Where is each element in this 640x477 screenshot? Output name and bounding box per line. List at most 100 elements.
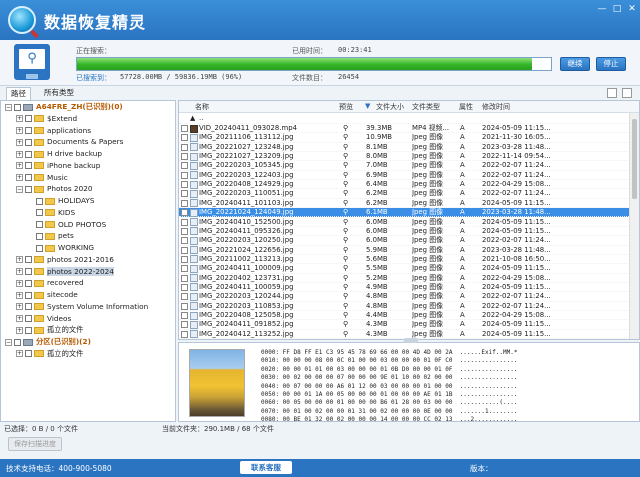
table-row[interactable]: ⚲ VID_20240411_093028.mp4 39.3MB MP4 视频... A… — [179, 124, 631, 134]
table-row[interactable]: ⚲ IMG_20220408_125058.jpg 4.4MB Jpeg 图像 A 202… — [179, 311, 631, 321]
collapse-icon[interactable]: − — [5, 338, 12, 346]
checkbox[interactable] — [36, 209, 43, 217]
checkbox[interactable] — [25, 350, 32, 358]
checkbox[interactable] — [25, 185, 32, 193]
table-row[interactable]: ⚲ IMG_20220203_110051.jpg 6.2MB Jpeg 图像 A 202… — [179, 189, 631, 199]
list-scrollbar[interactable] — [629, 113, 639, 339]
tree-item[interactable]: + 孤立的文件 — [16, 348, 83, 360]
continue-button[interactable]: 继续 — [560, 57, 590, 71]
table-row[interactable]: ⚲ IMG_20240411_095326.jpg 6.0MB Jpeg 图像 A 202… — [179, 227, 631, 237]
preview-search-icon[interactable]: ⚲ — [343, 124, 348, 133]
tree-item[interactable]: − 分区(已识别)(2) — [5, 336, 91, 348]
tree-item[interactable]: OLD PHOTOS — [27, 219, 106, 231]
expand-icon[interactable]: + — [16, 350, 23, 358]
checkbox[interactable] — [25, 138, 32, 146]
checkbox[interactable] — [25, 174, 32, 181]
preview-search-icon[interactable]: ⚲ — [343, 302, 348, 311]
checkbox[interactable] — [36, 221, 43, 228]
preview-search-icon[interactable]: ⚲ — [343, 255, 348, 264]
preview-search-icon[interactable]: ⚲ — [343, 152, 348, 161]
table-row[interactable]: ⚲ IMG_20220203_120244.jpg 4.8MB Jpeg 图像 A 202… — [179, 292, 631, 302]
row-checkbox[interactable] — [181, 134, 188, 142]
tree-item[interactable]: − A64FRE_ZH(已识别)(0) — [5, 101, 123, 113]
tree-item[interactable]: + 孤立的文件 — [16, 324, 83, 336]
row-checkbox[interactable] — [181, 171, 188, 179]
tree-item[interactable]: + Music — [16, 172, 68, 184]
close-icon[interactable]: ✕ — [626, 4, 638, 14]
expand-icon[interactable]: + — [16, 291, 23, 299]
preview-search-icon[interactable]: ⚲ — [343, 161, 348, 170]
preview-search-icon[interactable]: ⚲ — [343, 171, 348, 180]
row-checkbox[interactable] — [181, 125, 188, 132]
list-view-icon[interactable] — [607, 88, 617, 98]
tab-path[interactable]: 路径 — [6, 87, 31, 100]
table-row[interactable]: ⚲ IMG_20221027_123248.jpg 8.1MB Jpeg 图像 A 202… — [179, 143, 631, 153]
table-row[interactable]: ⚲ IMG_20220203_105345.jpg 7.0MB Jpeg 图像 A 202… — [179, 161, 631, 171]
checkbox[interactable] — [25, 326, 32, 334]
preview-search-icon[interactable]: ⚲ — [343, 180, 348, 189]
tree-item[interactable]: KIDS — [27, 207, 75, 219]
row-checkbox[interactable] — [181, 246, 188, 254]
preview-search-icon[interactable]: ⚲ — [343, 311, 348, 320]
checkbox[interactable] — [25, 315, 32, 322]
preview-search-icon[interactable]: ⚲ — [343, 274, 348, 283]
table-row[interactable]: ⚲ IMG_20211106_113112.jpg 10.9MB Jpeg 图像 A 20… — [179, 133, 631, 143]
table-row[interactable]: ⚲ IMG_20220203_120250.jpg 6.0MB Jpeg 图像 A 202… — [179, 236, 631, 246]
tree-item[interactable]: + Documents & Papers — [16, 136, 123, 148]
expand-icon[interactable]: + — [16, 150, 23, 158]
row-checkbox[interactable] — [181, 181, 188, 189]
table-row[interactable]: ⚲ IMG_20220402_123731.jpg 5.2MB Jpeg 图像 A 202… — [179, 274, 631, 283]
table-row[interactable]: ⚲ IMG_20221027_123209.jpg 8.0MB Jpeg 图像 A 202… — [179, 152, 631, 162]
col-mtime[interactable]: 修改时间 — [482, 102, 510, 112]
table-row[interactable]: ⚲ IMG_20240411_091852.jpg 4.3MB Jpeg 图像 A 202… — [179, 320, 631, 330]
parent-folder-row[interactable]: ▲ .. — [179, 113, 631, 124]
col-preview[interactable]: 预览 — [339, 102, 353, 112]
expand-icon[interactable]: + — [16, 326, 23, 334]
expand-icon[interactable]: + — [16, 303, 23, 311]
row-checkbox[interactable] — [181, 302, 188, 310]
tree-item[interactable]: pets — [27, 230, 74, 242]
expand-icon[interactable]: + — [16, 115, 23, 123]
maximize-icon[interactable]: □ — [611, 4, 623, 14]
row-checkbox[interactable] — [181, 153, 188, 161]
splitter-handle[interactable] — [404, 338, 418, 343]
checkbox[interactable] — [25, 279, 32, 287]
checkbox[interactable] — [25, 115, 32, 123]
tree-item[interactable]: + applications — [16, 125, 91, 137]
tree-item[interactable]: + H drive backup — [16, 148, 102, 160]
row-checkbox[interactable] — [181, 227, 188, 235]
preview-search-icon[interactable]: ⚲ — [343, 264, 348, 273]
row-checkbox[interactable] — [181, 218, 188, 226]
table-row[interactable]: ⚲ IMG_20220203_110853.jpg 4.8MB Jpeg 图像 A 202… — [179, 302, 631, 311]
checkbox[interactable] — [25, 303, 32, 311]
checkbox[interactable] — [25, 268, 32, 275]
checkbox[interactable] — [14, 103, 21, 111]
tree-item[interactable]: HOLIDAYS — [27, 195, 94, 207]
minimize-icon[interactable]: — — [596, 4, 608, 14]
collapse-icon[interactable]: − — [5, 103, 12, 111]
checkbox[interactable] — [25, 127, 32, 134]
row-checkbox[interactable] — [181, 143, 188, 151]
preview-search-icon[interactable]: ⚲ — [343, 199, 348, 208]
tree-item[interactable]: + Videos — [16, 313, 71, 325]
tree-item[interactable]: + sitecode — [16, 289, 78, 301]
tree-item[interactable]: + iPhone backup — [16, 160, 100, 172]
checkbox[interactable] — [25, 291, 32, 299]
expand-icon[interactable]: + — [16, 279, 23, 287]
row-checkbox[interactable] — [181, 330, 188, 338]
tree-item[interactable]: + System Volume Information — [16, 301, 148, 313]
save-progress-button[interactable]: 保存扫描进度 — [8, 437, 62, 451]
row-checkbox[interactable] — [181, 199, 188, 207]
tab-all-types[interactable]: 所有类型 — [40, 87, 78, 100]
tree-item[interactable]: + recovered — [16, 277, 84, 289]
checkbox[interactable] — [25, 256, 32, 264]
table-row[interactable]: ⚲ IMG_20240411_101103.jpg 6.2MB Jpeg 图像 A 202… — [179, 199, 631, 209]
row-checkbox[interactable] — [181, 321, 188, 329]
tree-item[interactable]: + photos 2021-2016 — [16, 254, 114, 266]
checkbox[interactable] — [36, 232, 43, 240]
row-checkbox[interactable] — [181, 312, 188, 319]
preview-search-icon[interactable]: ⚲ — [343, 218, 348, 227]
preview-search-icon[interactable]: ⚲ — [343, 246, 348, 255]
checkbox[interactable] — [25, 162, 32, 170]
expand-icon[interactable]: + — [16, 315, 23, 322]
